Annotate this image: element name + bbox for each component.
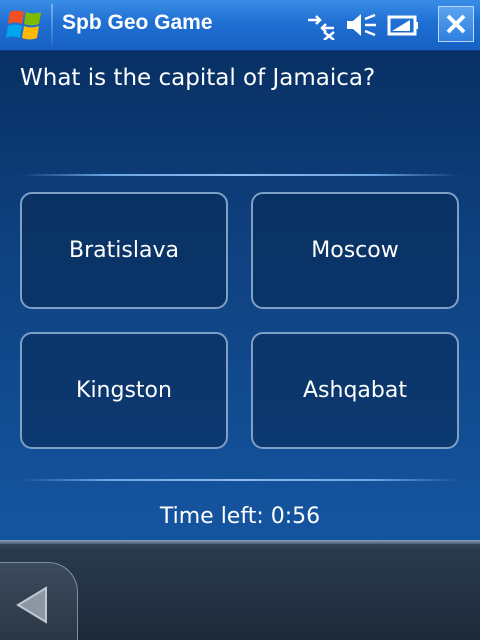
- title-bar: Spb Geo Game: [0, 0, 480, 51]
- title-divider: [51, 4, 53, 46]
- answer-button-2[interactable]: Moscow: [251, 192, 459, 309]
- answer-button-3[interactable]: Kingston: [20, 332, 228, 449]
- bottom-bar: [0, 540, 480, 640]
- app-title: Spb Geo Game: [62, 11, 213, 34]
- back-button[interactable]: [0, 562, 78, 640]
- answer-button-4[interactable]: Ashqabat: [251, 332, 459, 449]
- top-separator: [20, 174, 460, 176]
- windows-start-icon[interactable]: [4, 4, 48, 46]
- quiz-area: What is the capital of Jamaica? Bratisla…: [0, 51, 480, 540]
- back-arrow-icon: [16, 586, 47, 624]
- battery-icon[interactable]: [386, 10, 420, 40]
- bottom-bar-edge: [0, 540, 480, 544]
- question-text: What is the capital of Jamaica?: [20, 65, 376, 91]
- close-icon: [446, 14, 466, 34]
- close-button[interactable]: [438, 6, 474, 42]
- time-left-label: Time left: 0:56: [159, 504, 321, 529]
- bottom-separator: [20, 479, 460, 481]
- speaker-icon[interactable]: [344, 10, 378, 40]
- answer-button-1[interactable]: Bratislava: [20, 192, 228, 309]
- network-icon[interactable]: [304, 10, 338, 40]
